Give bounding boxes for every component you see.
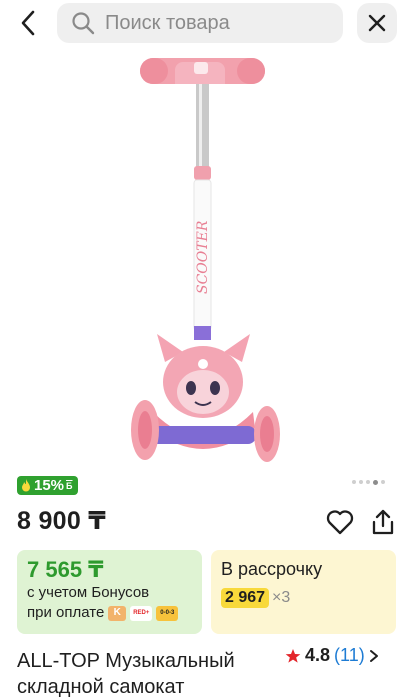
search-bar[interactable] — [57, 3, 343, 43]
bonus-line-2: при оплате — [27, 604, 105, 621]
gallery-dot-active — [373, 480, 378, 485]
installment-title: В рассрочку — [221, 559, 323, 579]
installment-amount: 2 967 — [221, 588, 270, 608]
installment-card[interactable]: В рассрочку 2 967 ×3 — [211, 550, 396, 634]
red-plus-logo: RED+ — [130, 605, 153, 621]
product-rating[interactable]: 4.8 (11) — [285, 645, 379, 666]
star-icon — [285, 648, 301, 663]
close-button[interactable] — [357, 3, 397, 43]
cashback-badge: 15% Б — [17, 476, 78, 495]
chevron-left-icon — [21, 10, 35, 36]
gallery-indicator — [352, 480, 385, 485]
rating-count[interactable]: (11) — [334, 645, 365, 666]
search-icon — [72, 12, 95, 35]
zero-zero-three-logo: 0-0-3 — [156, 605, 179, 621]
chevron-right-icon — [369, 649, 378, 662]
installment-multiplier: ×3 — [272, 589, 291, 606]
bonus-payment-row: при оплате K RED+ 0-0-3 — [27, 603, 192, 623]
share-icon[interactable] — [370, 508, 396, 536]
bonus-price-card[interactable]: 7 565 ₸ с учетом Бонусов при оплате K RE… — [17, 550, 202, 634]
bonus-price: 7 565 ₸ — [27, 557, 104, 582]
cashback-unit: Б — [66, 480, 73, 491]
fire-icon — [22, 479, 30, 492]
installment-row: 2 967 ×3 — [221, 588, 386, 608]
heart-icon[interactable] — [326, 509, 354, 535]
search-input[interactable] — [105, 11, 335, 35]
scooter-print: SCOOTER — [195, 220, 211, 294]
gallery-dot — [381, 480, 385, 484]
cashback-percent: 15% — [34, 477, 65, 494]
top-bar — [0, 0, 400, 46]
bonus-line-1: с учетом Бонусов — [27, 584, 150, 601]
product-price: 8 900 ₸ — [17, 507, 107, 535]
product-title: ALL-TOP Музыкальный складной самокат — [17, 650, 235, 698]
gallery-dot — [366, 480, 370, 484]
gallery-dot — [352, 480, 356, 484]
rating-value: 4.8 — [305, 645, 331, 665]
kaspi-logo-icon: K — [108, 605, 127, 621]
back-button[interactable] — [10, 6, 46, 40]
gallery-dot — [359, 480, 363, 484]
close-icon — [368, 14, 386, 32]
product-image[interactable]: SCOOTER — [95, 52, 305, 470]
